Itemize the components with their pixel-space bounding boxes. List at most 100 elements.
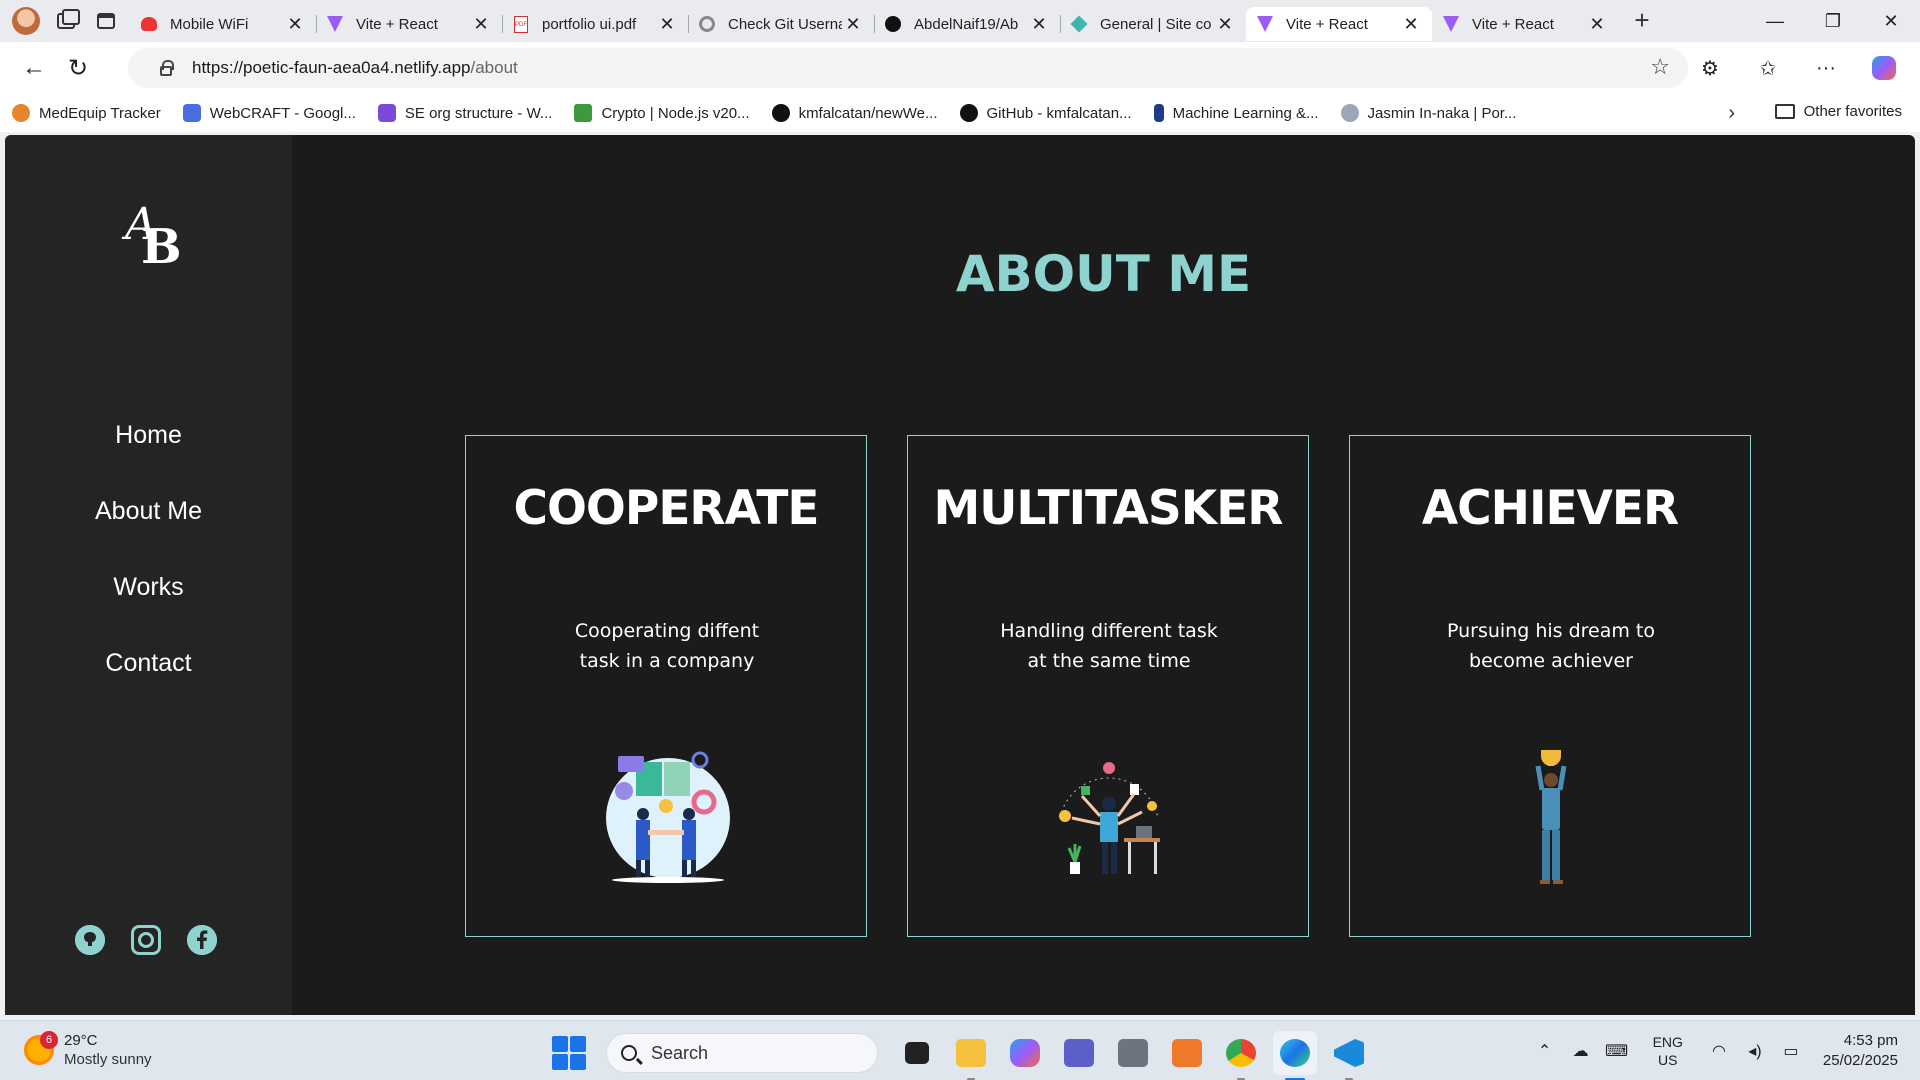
tab-vite-react-active[interactable]: Vite + React ✕ bbox=[1246, 7, 1432, 41]
keyboard-icon[interactable]: ⌨ bbox=[1602, 1041, 1632, 1061]
profile-avatar bbox=[12, 7, 40, 35]
multitasking-person-illustration bbox=[1059, 762, 1160, 874]
favorite-icon bbox=[1153, 104, 1164, 122]
instagram-icon[interactable] bbox=[131, 925, 161, 955]
site-logo[interactable]: A B bbox=[117, 199, 187, 275]
lock-icon[interactable] bbox=[160, 60, 174, 76]
close-icon[interactable]: ✕ bbox=[656, 14, 678, 35]
more-menu-icon[interactable]: ··· bbox=[1804, 48, 1848, 88]
workspaces-button[interactable] bbox=[46, 0, 86, 42]
new-tab-button[interactable]: + bbox=[1622, 0, 1662, 42]
github-icon bbox=[771, 104, 790, 122]
github-icon[interactable] bbox=[75, 925, 105, 955]
favorite-label: MedEquip Tracker bbox=[39, 104, 161, 122]
clock[interactable]: 4:53 pm 25/02/2025 bbox=[1823, 1031, 1898, 1071]
copilot-app-icon[interactable] bbox=[1003, 1031, 1047, 1075]
close-window-button[interactable]: ✕ bbox=[1862, 0, 1920, 42]
copilot-icon[interactable] bbox=[1872, 56, 1896, 80]
favorite-item[interactable]: kmfalcatan/newWe... bbox=[771, 104, 938, 122]
favorite-label: Crypto | Node.js v20... bbox=[601, 104, 750, 122]
chrome-icon[interactable] bbox=[1219, 1031, 1263, 1080]
volume-icon[interactable]: ◂) bbox=[1740, 1041, 1770, 1061]
minimize-button[interactable]: — bbox=[1746, 0, 1804, 42]
profile-button[interactable] bbox=[6, 0, 46, 42]
favorites-icon[interactable]: ✩ bbox=[1746, 48, 1790, 88]
favorites-bar: MedEquip Tracker WebCRAFT - Googl... SE … bbox=[0, 94, 1920, 132]
refresh-button[interactable]: ↻ bbox=[56, 48, 100, 88]
vscode-icon[interactable] bbox=[1327, 1031, 1371, 1080]
task-view-icon[interactable] bbox=[895, 1031, 939, 1075]
social-links bbox=[75, 925, 217, 955]
other-favorites[interactable]: Other favorites bbox=[1774, 103, 1902, 120]
favorite-star-icon[interactable]: ☆ bbox=[1650, 54, 1670, 80]
tab-github[interactable]: AbdelNaif19/Ab ✕ bbox=[874, 7, 1060, 41]
language-indicator[interactable]: ENG US bbox=[1653, 1033, 1683, 1069]
nav-contact[interactable]: Contact bbox=[5, 625, 292, 701]
favorite-item[interactable]: Machine Learning &... bbox=[1153, 104, 1319, 122]
temperature: 29°C bbox=[64, 1032, 98, 1049]
vite-icon bbox=[1256, 15, 1274, 33]
file-explorer-icon[interactable] bbox=[949, 1031, 993, 1080]
close-icon[interactable]: ✕ bbox=[1214, 14, 1236, 35]
tab-title: Vite + React bbox=[1286, 15, 1368, 33]
tab-actions-button[interactable] bbox=[86, 0, 126, 42]
tab-actions-icon bbox=[97, 13, 115, 29]
favorite-icon bbox=[574, 104, 593, 122]
card-text: Pursuing his dream to become achiever bbox=[1446, 620, 1655, 672]
onedrive-icon[interactable]: ☁ bbox=[1566, 1041, 1596, 1061]
nav-works[interactable]: Works bbox=[5, 549, 292, 625]
tab-title: General | Site co bbox=[1100, 15, 1212, 33]
close-icon[interactable]: ✕ bbox=[1586, 14, 1608, 35]
restore-button[interactable]: ❐ bbox=[1804, 0, 1862, 42]
facebook-icon[interactable] bbox=[187, 925, 217, 955]
trophy-holder-illustration bbox=[1535, 750, 1567, 884]
tab-portfolio-pdf[interactable]: PDF portfolio ui.pdf ✕ bbox=[502, 7, 688, 41]
handshake-puzzle-illustration bbox=[606, 751, 730, 883]
taskbar-search[interactable]: Search bbox=[606, 1033, 878, 1073]
tab-vite-react-1[interactable]: Vite + React ✕ bbox=[316, 7, 502, 41]
nav-home[interactable]: Home bbox=[5, 397, 292, 473]
address-bar[interactable]: https://poetic-faun-aea0a4.netlify.app/a… bbox=[128, 48, 1688, 88]
card-cooperate: COOPERATE Cooperating diffent task in a … bbox=[465, 435, 867, 937]
nav-about-me[interactable]: About Me bbox=[5, 473, 292, 549]
tab-vite-react-3[interactable]: Vite + React ✕ bbox=[1432, 7, 1618, 41]
favorite-icon bbox=[12, 104, 30, 122]
favorite-item[interactable]: WebCRAFT - Googl... bbox=[182, 104, 356, 122]
github-icon bbox=[884, 15, 902, 33]
tab-check-git[interactable]: Check Git Userna ✕ bbox=[688, 7, 874, 41]
close-icon[interactable]: ✕ bbox=[842, 14, 864, 35]
other-favorites-label: Other favorites bbox=[1803, 103, 1902, 120]
close-icon[interactable]: ✕ bbox=[470, 14, 492, 35]
favorite-item[interactable]: GitHub - kmfalcatan... bbox=[959, 104, 1132, 122]
favorite-item[interactable]: Jasmin In-naka | Por... bbox=[1340, 104, 1516, 122]
chevron-right-icon[interactable]: › bbox=[1728, 102, 1735, 125]
close-icon[interactable]: ✕ bbox=[1400, 14, 1422, 35]
windows-start-icon[interactable] bbox=[552, 1036, 586, 1070]
favorite-item[interactable]: SE org structure - W... bbox=[377, 104, 552, 122]
favorite-item[interactable]: MedEquip Tracker bbox=[12, 104, 161, 122]
close-icon[interactable]: ✕ bbox=[284, 14, 306, 35]
teams-icon[interactable] bbox=[1057, 1031, 1101, 1075]
favorite-label: kmfalcatan/newWe... bbox=[798, 104, 938, 122]
folder-icon bbox=[1774, 104, 1795, 119]
pdf-icon: PDF bbox=[512, 15, 530, 33]
close-icon[interactable]: ✕ bbox=[1028, 14, 1050, 35]
xampp-icon[interactable] bbox=[1165, 1031, 1209, 1075]
tab-title: Check Git Userna bbox=[728, 15, 842, 33]
tab-netlify-general[interactable]: General | Site co ✕ bbox=[1060, 7, 1246, 41]
card-achiever: ACHIEVER Pursuing his dream to become ac… bbox=[1349, 435, 1751, 937]
back-button[interactable]: ← bbox=[12, 48, 56, 88]
extensions-icon[interactable]: ⚙ bbox=[1688, 48, 1732, 88]
chevron-up-icon[interactable]: ⌃ bbox=[1530, 1041, 1560, 1061]
tab-title: portfolio ui.pdf bbox=[542, 15, 637, 33]
wifi-icon[interactable]: ◠ bbox=[1704, 1041, 1734, 1061]
windows-taskbar: 6 29°C Mostly sunny Search ⌃ ☁ ⌨ ENG US … bbox=[0, 1020, 1920, 1080]
edge-icon[interactable] bbox=[1273, 1031, 1317, 1080]
favorite-item[interactable]: Crypto | Node.js v20... bbox=[574, 104, 750, 122]
battery-icon[interactable]: ▭ bbox=[1776, 1041, 1806, 1061]
camera-icon[interactable] bbox=[1111, 1031, 1155, 1075]
weather-widget[interactable]: 6 29°C Mostly sunny bbox=[24, 1031, 152, 1069]
vite-icon bbox=[326, 15, 344, 33]
tab-mobile-wifi[interactable]: Mobile WiFi ✕ bbox=[130, 7, 316, 41]
netlify-icon bbox=[1070, 15, 1088, 33]
